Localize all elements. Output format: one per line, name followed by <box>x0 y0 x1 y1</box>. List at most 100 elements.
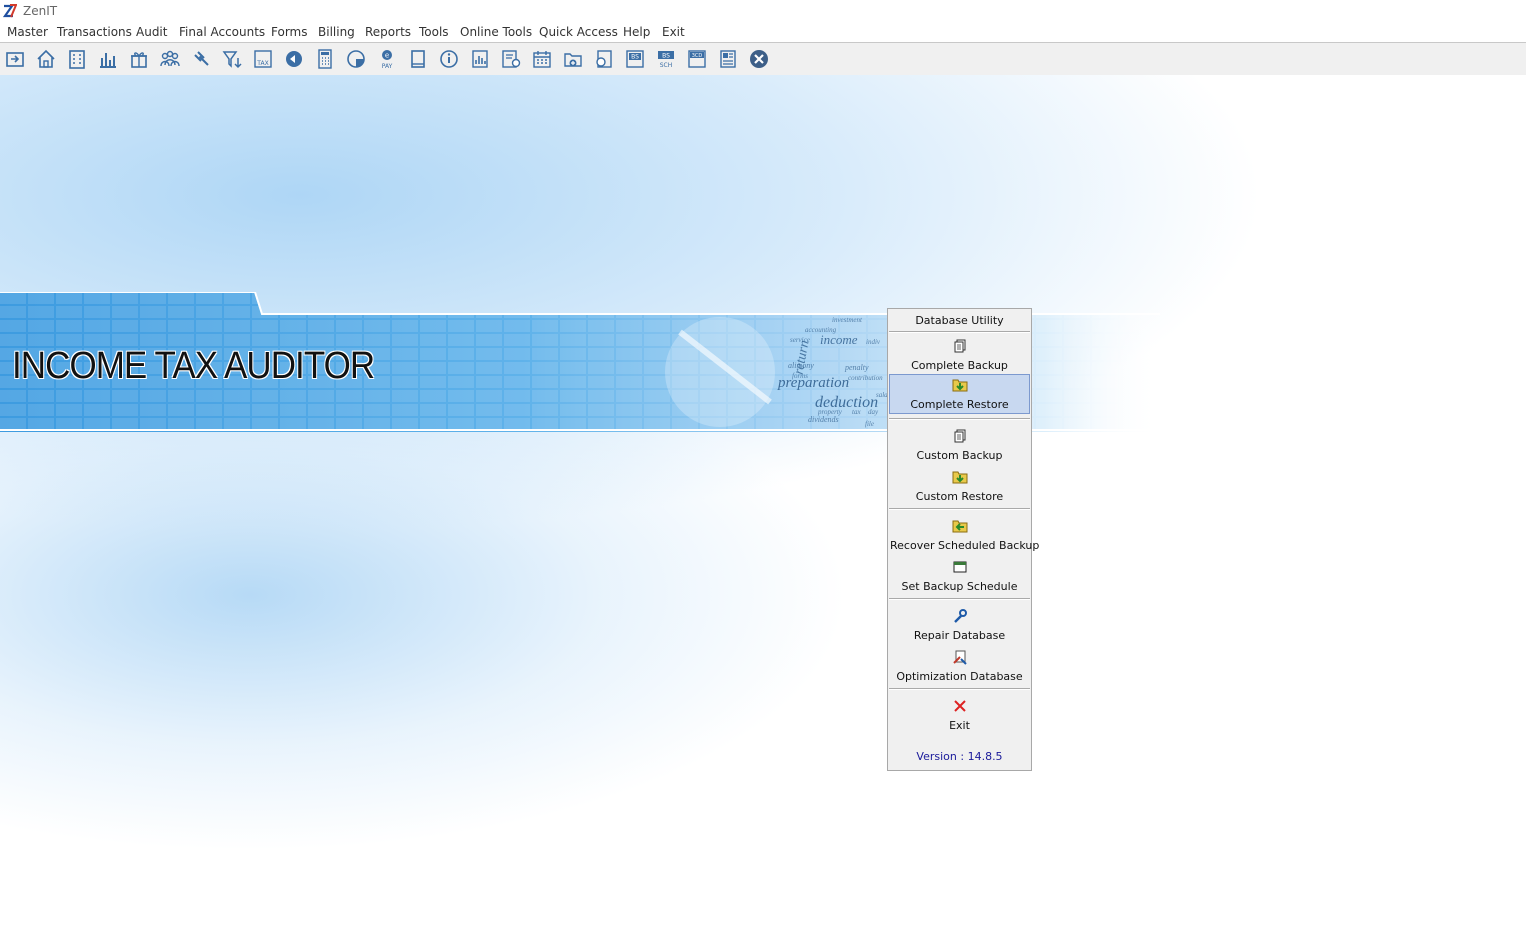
calendar-icon[interactable] <box>530 47 554 71</box>
search-doc-icon[interactable] <box>592 47 616 71</box>
exit-button[interactable]: Exit <box>890 696 1029 735</box>
report-icon[interactable] <box>468 47 492 71</box>
svg-text:day: day <box>868 408 879 416</box>
building-icon[interactable] <box>65 47 89 71</box>
recover-scheduled-backup-button[interactable]: Recover Scheduled Backup <box>890 516 1040 555</box>
menu-billing[interactable]: Billing <box>318 25 355 39</box>
form-icon[interactable] <box>716 47 740 71</box>
menu-online-tools[interactable]: Online Tools <box>460 25 532 39</box>
panel-separator <box>889 508 1030 510</box>
3cd-icon[interactable]: 3CD <box>685 47 709 71</box>
optimization-database-label: Optimization Database <box>896 670 1023 683</box>
complete-restore-button[interactable]: Complete Restore <box>889 374 1030 414</box>
restore-icon <box>952 379 967 392</box>
book-icon[interactable] <box>406 47 430 71</box>
svg-text:property: property <box>817 408 843 416</box>
custom-backup-label: Custom Backup <box>916 449 1003 462</box>
svg-text:tax: tax <box>852 408 861 416</box>
svg-text:TAX: TAX <box>256 60 268 67</box>
epay-icon[interactable]: e PAY <box>375 47 399 71</box>
panel-title: Database Utility <box>915 314 1004 327</box>
info-icon[interactable] <box>437 47 461 71</box>
svg-text:income: income <box>820 332 858 347</box>
svg-text:SCH: SCH <box>660 62 673 69</box>
svg-text:investment: investment <box>832 316 863 324</box>
filter-icon[interactable] <box>220 47 244 71</box>
bs-sch-icon[interactable]: BS SCH <box>654 47 678 71</box>
toolbar: TAX e PAY BS BS SCH 3CD <box>0 43 1526 75</box>
title-bar: ZenIT <box>0 0 1526 22</box>
panel-separator <box>889 418 1030 420</box>
menu-final-accounts[interactable]: Final Accounts <box>179 25 265 39</box>
svg-text:penalty: penalty <box>844 363 869 372</box>
certificate-icon[interactable] <box>499 47 523 71</box>
gift-icon[interactable] <box>127 47 151 71</box>
menu-help[interactable]: Help <box>623 25 650 39</box>
menu-tools[interactable]: Tools <box>419 25 449 39</box>
menu-transactions[interactable]: Transactions <box>57 25 132 39</box>
return-icon[interactable] <box>3 47 27 71</box>
complete-backup-label: Complete Backup <box>911 359 1008 372</box>
svg-text:3CD: 3CD <box>692 53 703 59</box>
svg-text:service: service <box>790 336 810 344</box>
svg-text:dividends: dividends <box>808 415 839 424</box>
target-icon[interactable] <box>282 47 306 71</box>
group-icon[interactable] <box>158 47 182 71</box>
version-label: Version : 14.8.5 <box>916 750 1003 763</box>
panel-separator <box>889 598 1030 600</box>
custom-restore-button[interactable]: Custom Restore <box>890 467 1029 506</box>
app-logo-icon <box>3 4 17 18</box>
window-icon <box>953 561 966 573</box>
menu-audit[interactable]: Audit <box>136 25 167 39</box>
recover-scheduled-backup-label: Recover Scheduled Backup <box>890 539 1040 552</box>
svg-text:indiv: indiv <box>866 338 881 346</box>
calculator-icon[interactable] <box>313 47 337 71</box>
close-circle-icon[interactable] <box>747 47 771 71</box>
custom-backup-button[interactable]: Custom Backup <box>890 426 1029 465</box>
svg-text:contribution: contribution <box>848 374 883 382</box>
svg-text:BS: BS <box>631 54 639 61</box>
svg-text:alimony: alimony <box>788 361 814 370</box>
custom-restore-label: Custom Restore <box>915 490 1004 503</box>
gavel-icon[interactable] <box>189 47 213 71</box>
svg-text:accounting: accounting <box>805 326 837 334</box>
menu-master[interactable]: Master <box>7 25 48 39</box>
home-icon[interactable] <box>34 47 58 71</box>
pie-chart-icon[interactable] <box>344 47 368 71</box>
recover-icon <box>952 520 967 533</box>
bs-icon[interactable]: BS <box>623 47 647 71</box>
complete-backup-button[interactable]: Complete Backup <box>890 336 1029 375</box>
menu-quick-access[interactable]: Quick Access <box>539 25 618 39</box>
folder-add-icon[interactable] <box>561 47 585 71</box>
repair-database-button[interactable]: Repair Database <box>890 606 1029 645</box>
database-utility-panel: Database Utility Complete Backup Complet… <box>887 308 1040 771</box>
background <box>0 75 1526 929</box>
optimization-database-button[interactable]: Optimization Database <box>890 647 1029 686</box>
app-title: ZenIT <box>23 4 58 18</box>
restore-icon <box>952 471 967 484</box>
banner-title: INCOME TAX AUDITOR <box>12 345 375 387</box>
close-x-icon <box>953 700 966 712</box>
menu-exit[interactable]: Exit <box>662 25 685 39</box>
exit-label: Exit <box>949 719 970 732</box>
menu-bar: Master Transactions Audit Final Accounts… <box>0 22 1526 42</box>
svg-text:PAY: PAY <box>382 63 393 70</box>
set-backup-schedule-label: Set Backup Schedule <box>901 580 1018 593</box>
complete-restore-label: Complete Restore <box>910 398 1009 411</box>
bar-chart-icon[interactable] <box>96 47 120 71</box>
svg-text:file: file <box>865 420 874 428</box>
svg-text:forms: forms <box>792 372 808 380</box>
svg-text:preparation: preparation <box>777 375 849 391</box>
svg-text:e: e <box>385 52 389 60</box>
copy-icon <box>954 429 965 443</box>
menu-forms[interactable]: Forms <box>271 25 307 39</box>
panel-separator <box>889 688 1030 690</box>
menu-reports[interactable]: Reports <box>365 25 411 39</box>
copy-icon <box>954 339 965 353</box>
tax-icon[interactable]: TAX <box>251 47 275 71</box>
optimize-icon <box>952 650 967 665</box>
wrench-icon <box>953 609 967 623</box>
repair-database-label: Repair Database <box>913 629 1006 642</box>
svg-text:BS: BS <box>662 53 670 60</box>
set-backup-schedule-button[interactable]: Set Backup Schedule <box>890 557 1029 596</box>
